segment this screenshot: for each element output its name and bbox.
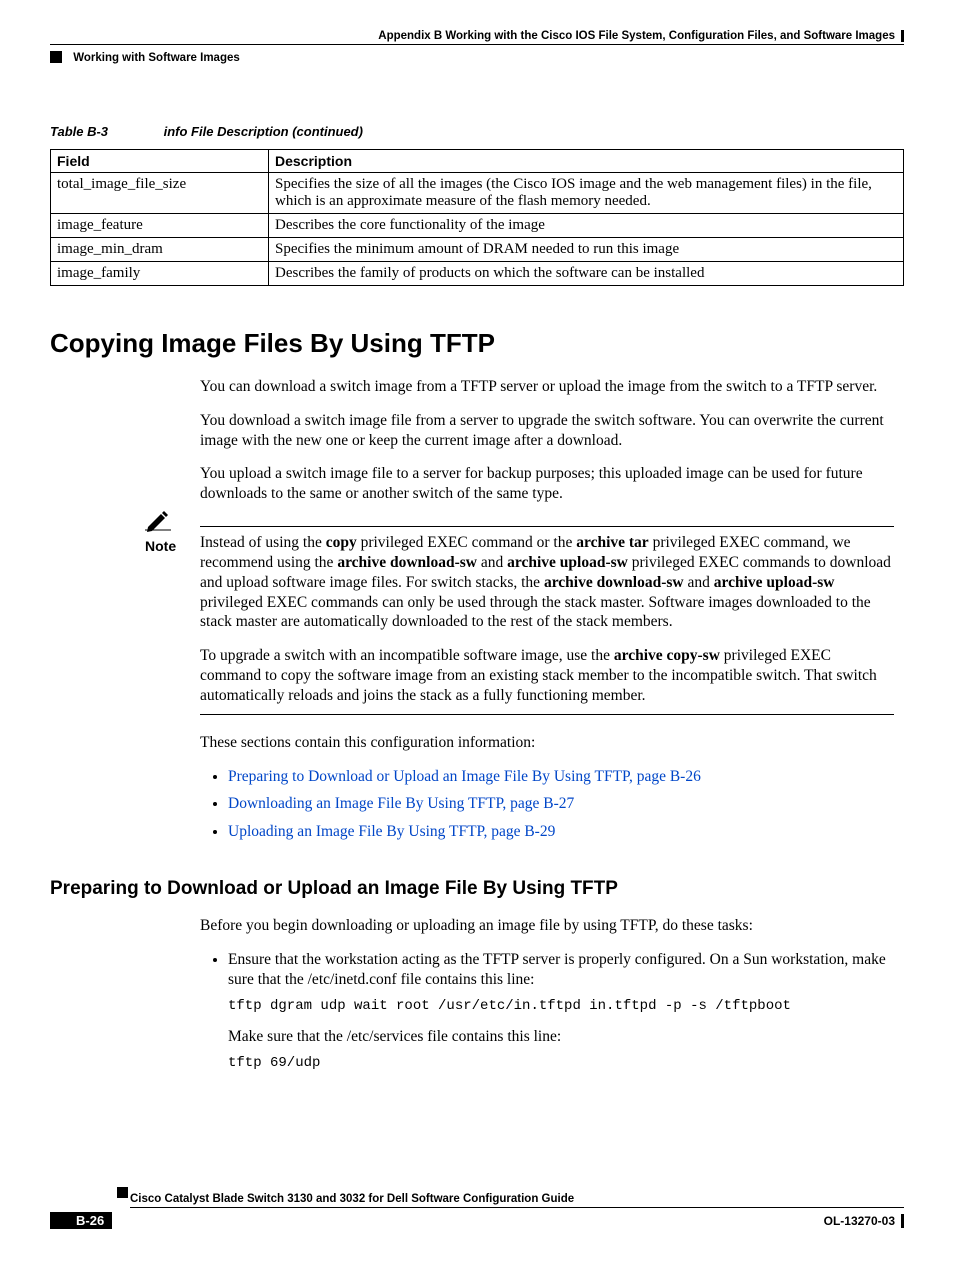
xref-link[interactable]: Downloading an Image File By Using TFTP,… — [228, 795, 574, 812]
table-row: image_family Describes the family of pro… — [51, 262, 904, 286]
note-text: Instead of using the copy privileged EXE… — [200, 526, 894, 715]
xref-link[interactable]: Preparing to Download or Upload an Image… — [228, 768, 701, 785]
xref-link[interactable]: Uploading an Image File By Using TFTP, p… — [228, 823, 555, 840]
step-text: Make sure that the /etc/services file co… — [228, 1028, 561, 1045]
code-line: tftp dgram udp wait root /usr/etc/in.tft… — [228, 998, 894, 1016]
note-paragraph: Instead of using the copy privileged EXE… — [200, 533, 894, 632]
paragraph: You download a switch image file from a … — [200, 411, 894, 451]
cell-desc: Describes the core functionality of the … — [269, 214, 904, 238]
note-block: Note Instead of using the copy privilege… — [145, 518, 894, 715]
paragraph: You can download a switch image from a T… — [200, 377, 894, 397]
code-line: tftp 69/udp — [228, 1055, 894, 1073]
cell-field: image_family — [51, 262, 269, 286]
info-file-table: Field Description total_image_file_size … — [50, 149, 904, 286]
table-number: Table B-3 — [50, 124, 160, 139]
paragraph: You upload a switch image file to a serv… — [200, 464, 894, 504]
list-item: Preparing to Download or Upload an Image… — [228, 767, 894, 787]
cell-field: image_feature — [51, 214, 269, 238]
link-list: Preparing to Download or Upload an Image… — [200, 767, 894, 842]
cell-desc: Describes the family of products on whic… — [269, 262, 904, 286]
paragraph: These sections contain this configuratio… — [200, 733, 894, 753]
heading-copying-image-files: Copying Image Files By Using TFTP — [50, 328, 904, 359]
cell-field: image_min_dram — [51, 238, 269, 262]
header-section: Working with Software Images — [50, 51, 904, 64]
cell-field: total_image_file_size — [51, 173, 269, 214]
table-caption: Table B-3 info File Description (continu… — [50, 124, 904, 139]
page-header: Appendix B Working with the Cisco IOS Fi… — [50, 30, 904, 45]
doc-number: OL-13270-03 — [824, 1214, 904, 1228]
cell-desc: Specifies the size of all the images (th… — [269, 173, 904, 214]
table-title: info File Description (continued) — [164, 124, 363, 139]
page-number-badge: B-26 — [50, 1212, 112, 1229]
th-field: Field — [51, 150, 269, 173]
list-item: Ensure that the workstation acting as th… — [228, 950, 894, 1073]
footer-title: Cisco Catalyst Blade Switch 3130 and 303… — [130, 1193, 904, 1208]
note-label: Note — [145, 538, 176, 554]
th-desc: Description — [269, 150, 904, 173]
table-row: image_feature Describes the core functio… — [51, 214, 904, 238]
table-row: image_min_dram Specifies the minimum amo… — [51, 238, 904, 262]
step-text: Ensure that the workstation acting as th… — [228, 951, 886, 988]
pencil-icon — [145, 510, 171, 539]
note-paragraph: To upgrade a switch with an incompatible… — [200, 646, 894, 705]
decor-square-icon — [117, 1187, 128, 1198]
task-list: Ensure that the workstation acting as th… — [200, 950, 894, 1073]
list-item: Downloading an Image File By Using TFTP,… — [228, 794, 894, 814]
heading-preparing-tftp: Preparing to Download or Upload an Image… — [50, 878, 904, 900]
table-row: total_image_file_size Specifies the size… — [51, 173, 904, 214]
header-appendix-text: Appendix B Working with the Cisco IOS Fi… — [378, 30, 904, 42]
paragraph: Before you begin downloading or uploadin… — [200, 916, 894, 936]
cell-desc: Specifies the minimum amount of DRAM nee… — [269, 238, 904, 262]
list-item: Uploading an Image File By Using TFTP, p… — [228, 822, 894, 842]
page-footer: Cisco Catalyst Blade Switch 3130 and 303… — [50, 1193, 904, 1229]
header-section-text: Working with Software Images — [73, 52, 240, 64]
